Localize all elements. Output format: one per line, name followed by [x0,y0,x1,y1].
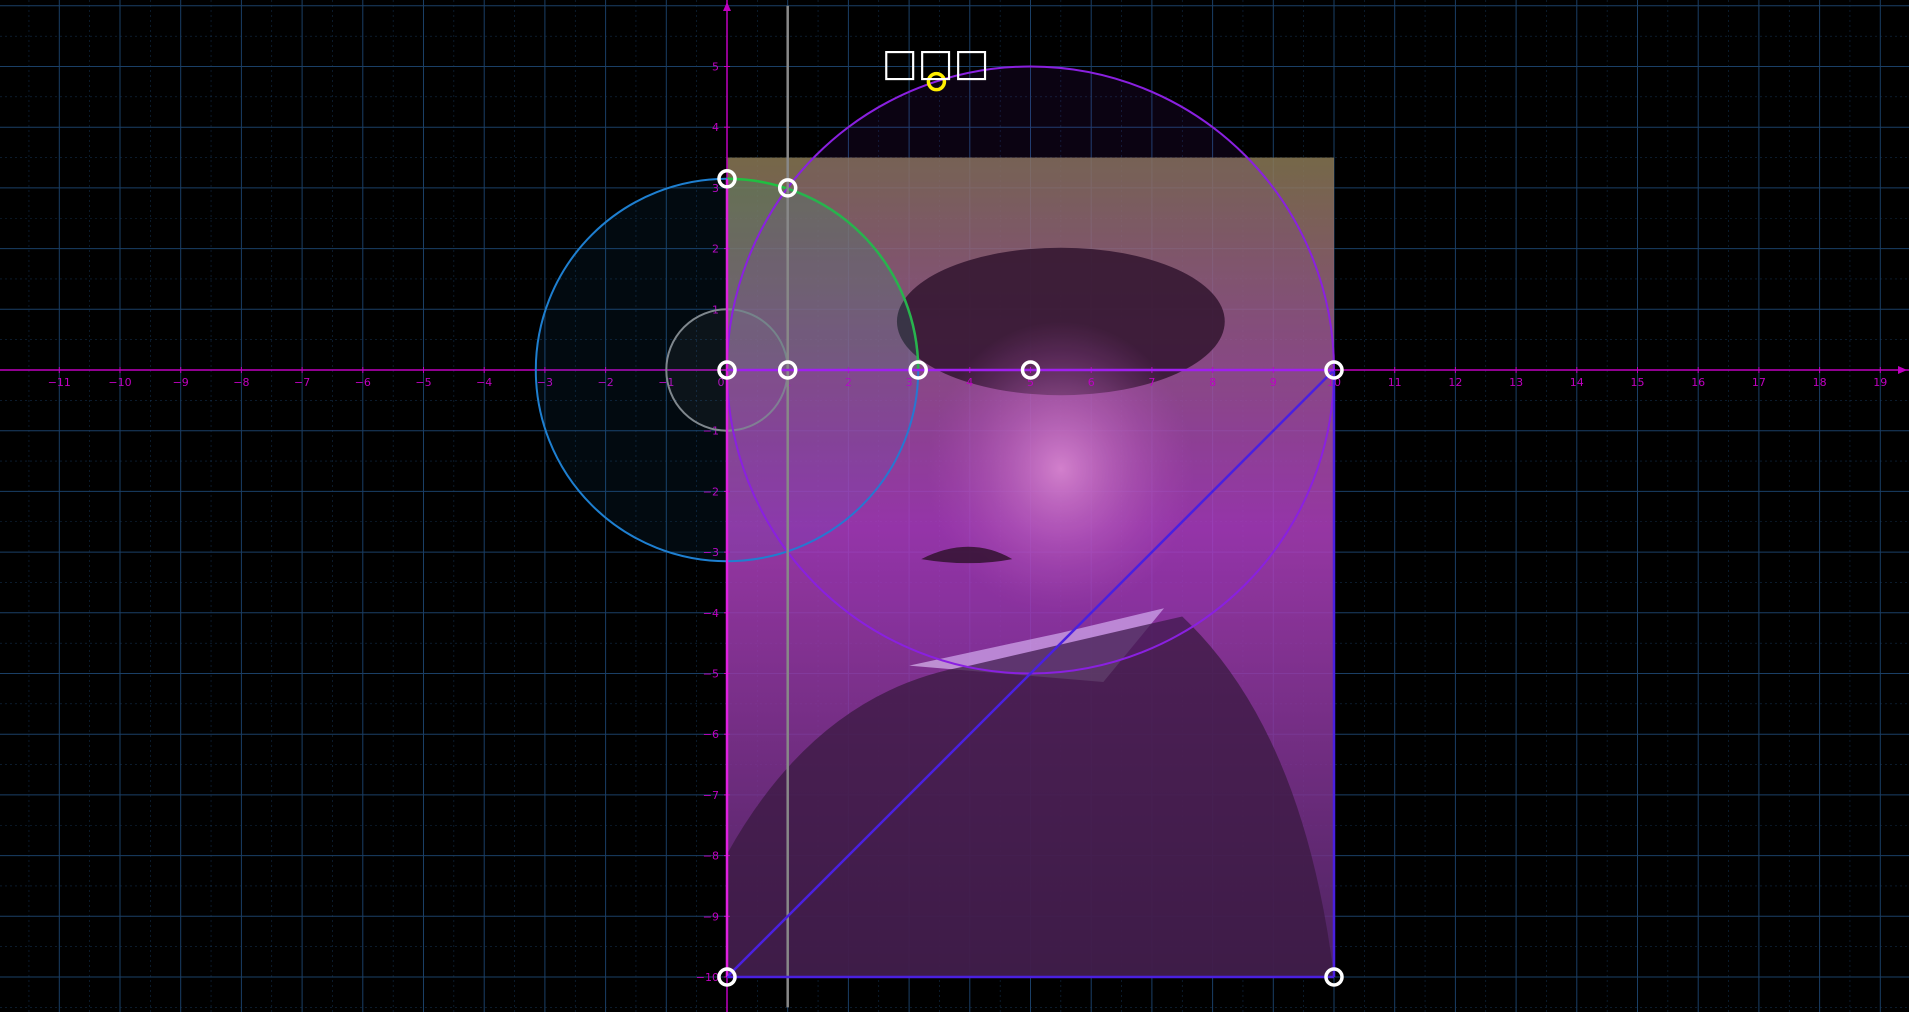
y-axis-arrow-icon [723,2,731,11]
x-tick-label: 12 [1448,376,1462,389]
y-tick-label: 5 [712,61,719,74]
x-tick-label: 13 [1509,376,1523,389]
x-tick-label: 17 [1752,376,1766,389]
geometry-canvas[interactable]: −11−10−9−8−7−6−5−4−3−2−10123456789101112… [0,0,1909,1012]
x-tick-label: −9 [173,376,189,389]
x-tick-label: −4 [476,376,492,389]
canvas-title: □□□ [882,41,990,85]
x-tick-label: 11 [1388,376,1402,389]
y-tick-label: −9 [703,910,719,923]
x-tick-label: −7 [294,376,310,389]
x-tick-label: 15 [1631,376,1645,389]
y-tick-label: −5 [703,668,719,681]
y-tick-label: −8 [703,850,719,863]
x-tick-label: 19 [1873,376,1887,389]
y-tick-label: −7 [703,789,719,802]
y-tick-label: −6 [703,728,719,741]
x-tick-label: 18 [1813,376,1827,389]
x-axis-arrow-icon [1898,366,1907,374]
y-tick-label: 4 [712,121,719,134]
x-tick-label: −10 [108,376,131,389]
x-tick-label: −11 [48,376,71,389]
coordinate-plane[interactable]: −11−10−9−8−7−6−5−4−3−2−10123456789101112… [0,0,1909,1012]
y-tick-label: −4 [703,607,719,620]
x-tick-label: 14 [1570,376,1584,389]
x-tick-label: −6 [355,376,371,389]
x-tick-label: 16 [1691,376,1705,389]
x-tick-label: −5 [415,376,431,389]
y-tick-label: −10 [696,971,719,984]
x-tick-label: −8 [233,376,249,389]
